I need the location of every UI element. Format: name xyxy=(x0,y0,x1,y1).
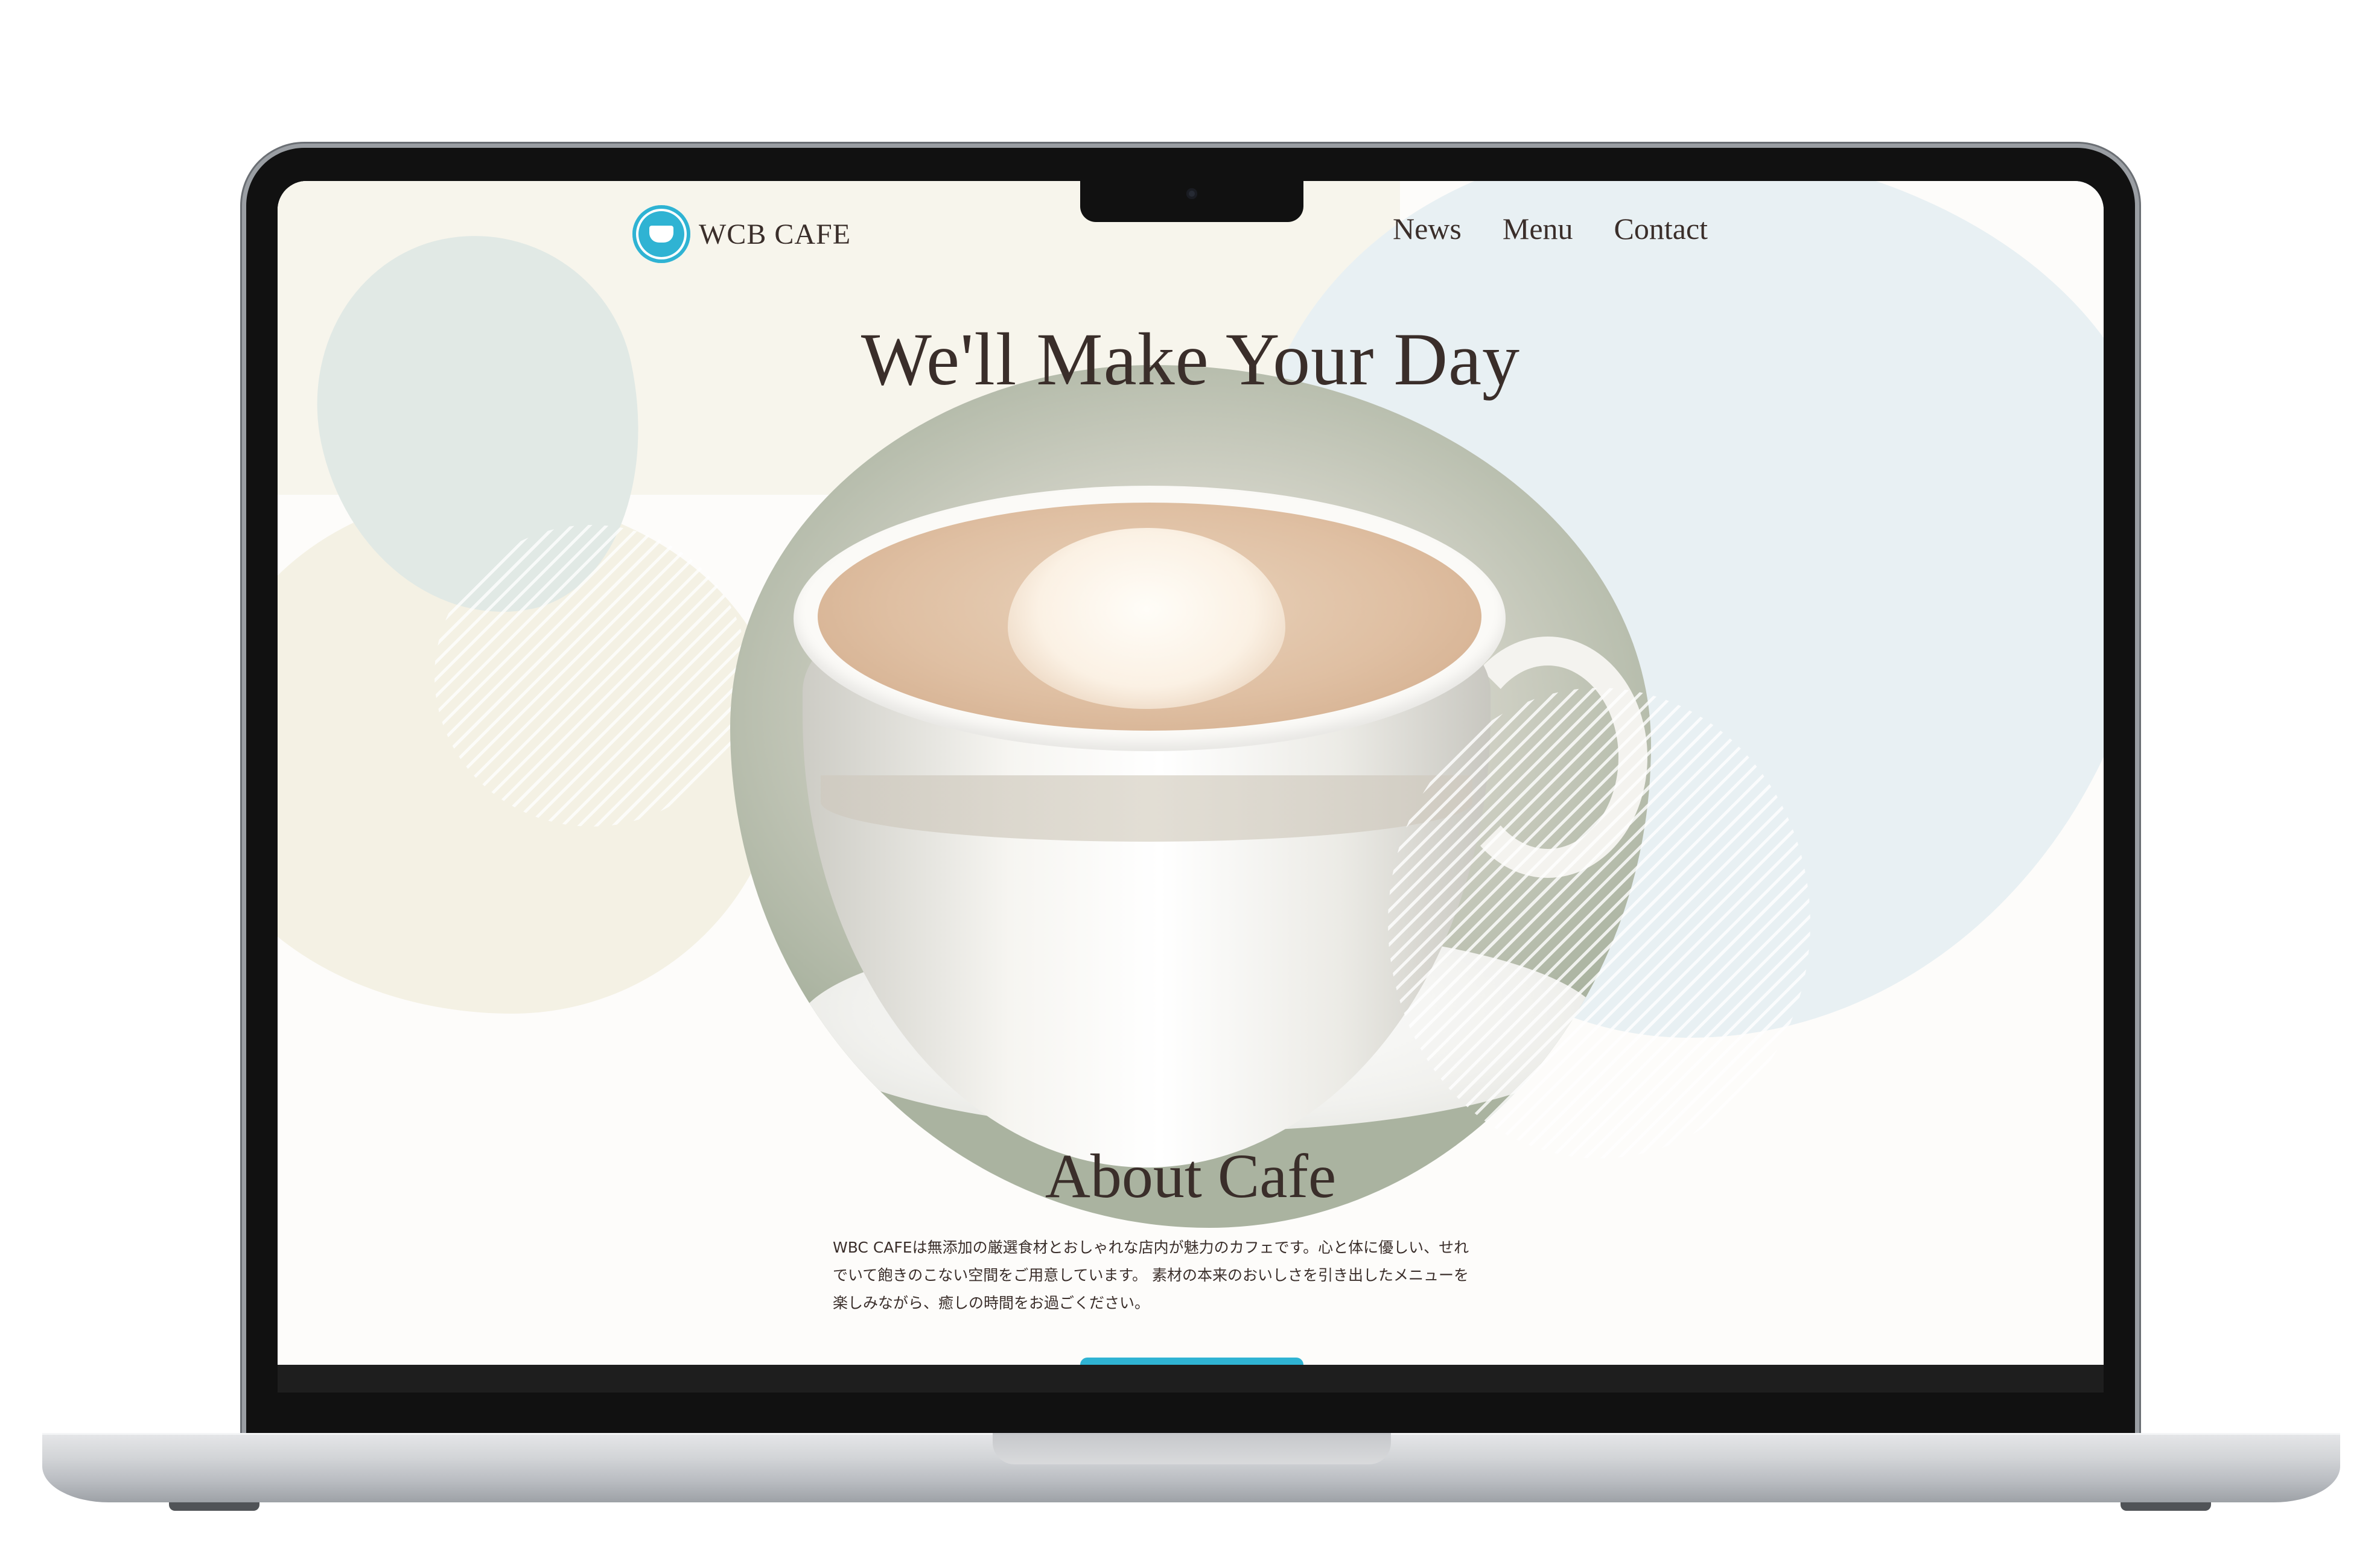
about-line: 楽しみながら、癒しの時間をお過ごください。 xyxy=(833,1294,1150,1312)
stripe-pattern-left xyxy=(434,525,748,827)
screen-bezel-bottom xyxy=(278,1365,2104,1393)
nav-news[interactable]: News xyxy=(1393,211,1462,246)
cafe-website: WCB CAFE News Menu Contact We'll Make Yo… xyxy=(278,181,2104,1365)
about-line: WBC CAFEは無添加の厳選食材とおしゃれな店内が魅力のカフェです。心と体に優… xyxy=(833,1239,1469,1256)
laptop-foot xyxy=(2121,1502,2211,1511)
laptop-screen: WCB CAFE News Menu Contact We'll Make Yo… xyxy=(278,181,2104,1365)
about-description: WBC CAFEは無添加の厳選食材とおしゃれな店内が魅力のカフェです。心と体に優… xyxy=(833,1234,1557,1317)
camera-notch xyxy=(1080,181,1303,222)
laptop-foot xyxy=(169,1502,259,1511)
logo-text: WCB CAFE xyxy=(699,218,851,250)
nav-contact[interactable]: Contact xyxy=(1614,211,1708,246)
about-line: でいて飽きのこない空間をご用意しています。 素材の本来のおいしさを引き出したメニ… xyxy=(833,1266,1469,1284)
stripe-pattern-right xyxy=(1388,688,1810,1158)
camera-icon xyxy=(1186,188,1197,199)
nav-menu[interactable]: Menu xyxy=(1503,211,1573,246)
cup-badge-icon xyxy=(632,205,690,263)
about-title: About Cafe xyxy=(1045,1142,1337,1211)
main-nav: News Menu Contact xyxy=(1393,211,1708,246)
site-logo[interactable]: WCB CAFE xyxy=(632,205,851,263)
cta-button[interactable] xyxy=(1080,1358,1303,1365)
hero-title: We'll Make Your Day xyxy=(861,318,1521,401)
opening-notch xyxy=(993,1433,1391,1464)
laptop-mockup: WCB CAFE News Menu Contact We'll Make Yo… xyxy=(0,0,2380,1547)
